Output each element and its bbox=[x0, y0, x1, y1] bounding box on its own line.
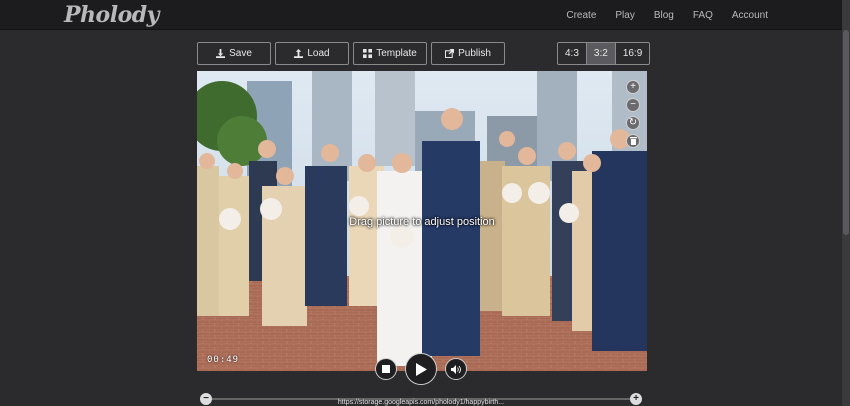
ratio-16-9[interactable]: 16:9 bbox=[616, 43, 649, 64]
main-nav: Create Play Blog FAQ Account bbox=[566, 0, 768, 30]
nav-create[interactable]: Create bbox=[566, 10, 596, 21]
publish-label: Publish bbox=[458, 48, 491, 59]
rotate-icon[interactable]: ↻ bbox=[626, 116, 640, 130]
stop-button[interactable] bbox=[375, 358, 397, 380]
nav-play[interactable]: Play bbox=[615, 10, 634, 21]
save-label: Save bbox=[229, 48, 252, 59]
publish-button[interactable]: Publish bbox=[431, 42, 505, 65]
upload-icon bbox=[294, 49, 304, 58]
nav-blog[interactable]: Blog bbox=[654, 10, 674, 21]
template-button[interactable]: Template bbox=[353, 42, 427, 65]
load-label: Load bbox=[307, 48, 330, 59]
speaker-icon bbox=[451, 364, 461, 374]
ratio-3-2[interactable]: 3:2 bbox=[586, 43, 616, 64]
playback-time: 00:49 bbox=[207, 355, 240, 365]
save-button[interactable]: Save bbox=[197, 42, 271, 65]
zoom-in-icon[interactable]: + bbox=[626, 80, 640, 94]
trash-icon[interactable] bbox=[626, 134, 640, 148]
grid-icon bbox=[363, 49, 373, 58]
ratio-4-3[interactable]: 4:3 bbox=[558, 43, 587, 64]
top-navbar: Pholody Create Play Blog FAQ Account bbox=[0, 0, 842, 30]
timeline-bar: − + https://storage.googleapis.com/pholo… bbox=[200, 393, 642, 406]
nav-account[interactable]: Account bbox=[732, 10, 768, 21]
play-button[interactable] bbox=[405, 353, 437, 385]
load-button[interactable]: Load bbox=[275, 42, 349, 65]
photo-canvas[interactable]: Drag picture to adjust position 00:49 bbox=[197, 71, 647, 371]
play-icon bbox=[416, 362, 427, 376]
scrollbar-thumb[interactable] bbox=[843, 30, 849, 235]
photo-tools: + − ↻ bbox=[626, 80, 640, 148]
page-scrollbar[interactable] bbox=[842, 0, 850, 406]
stop-icon bbox=[382, 365, 390, 373]
editor-toolbar: Save Load Template Publish bbox=[197, 42, 505, 65]
download-icon bbox=[216, 49, 226, 58]
volume-button[interactable] bbox=[445, 358, 467, 380]
media-url: https://storage.googleapis.com/pholody1/… bbox=[337, 399, 505, 406]
aspect-ratio-selector: 4:3 3:2 16:9 bbox=[557, 42, 651, 65]
nav-faq[interactable]: FAQ bbox=[693, 10, 713, 21]
template-label: Template bbox=[376, 48, 417, 59]
share-icon bbox=[445, 49, 455, 58]
pholody-logo[interactable]: Pholody bbox=[64, 2, 159, 28]
playback-controls bbox=[375, 353, 467, 385]
zoom-out-icon[interactable]: − bbox=[626, 98, 640, 112]
drag-hint-text: Drag picture to adjust position bbox=[349, 216, 495, 228]
